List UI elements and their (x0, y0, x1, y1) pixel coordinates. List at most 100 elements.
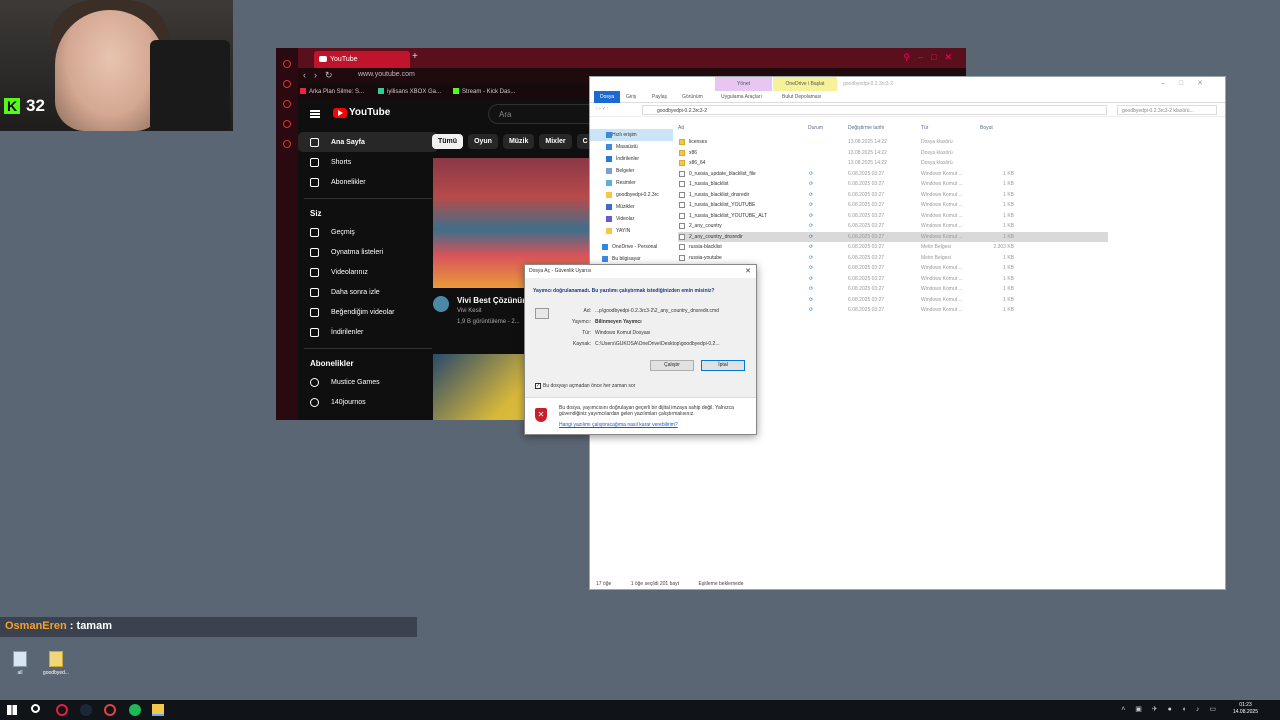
checkbox-checked-icon[interactable]: ✓ (535, 383, 541, 389)
sidebar-icon[interactable] (283, 140, 291, 148)
nav-item[interactable]: Müzikler (590, 201, 673, 213)
steam-icon[interactable] (80, 704, 92, 716)
file-row[interactable]: x86 13.08.2025 14:22 Dosya klasörü (678, 148, 1108, 159)
sidebar-icon[interactable] (283, 100, 291, 108)
tab-youtube[interactable]: YouTube (314, 51, 410, 68)
nav-shorts[interactable]: Shorts (298, 152, 438, 172)
chip[interactable]: Müzik (502, 134, 535, 149)
nav-item[interactable]: Masaüstü (590, 141, 673, 153)
nav-subscriptions[interactable]: Abonelikler (298, 172, 438, 192)
nav-buttons[interactable]: ‹›↻ (303, 70, 341, 81)
search-icon[interactable] (31, 704, 40, 713)
window-controls[interactable]: ⚲–□✕ (903, 52, 960, 63)
you-section-title[interactable]: Siz (298, 205, 438, 222)
bookmark-2[interactable]: iyilisans XBOX Ga... (378, 88, 441, 95)
taskbar: ˄ ▣ ✈ ● ◖ ♪ ▭ 01:23 14.08.2025 (0, 700, 1280, 720)
desktop-icon-all[interactable]: all (0, 651, 40, 676)
ribbon-context-onedrive[interactable]: OneDrive i Başlat (773, 77, 837, 91)
start-windows-icon[interactable] (7, 705, 17, 715)
always-ask-checkbox[interactable]: ✓ Bu dosyayı açmadan önce her zaman sor (535, 383, 635, 389)
window-controls[interactable]: –□✕ (1161, 79, 1217, 87)
cancel-button[interactable]: İptal (701, 360, 745, 371)
col-date[interactable]: Değiştirme tarihi (848, 125, 884, 131)
menu-icon[interactable] (310, 110, 320, 118)
file-row[interactable]: 1_russia_blacklist ⟳ 6.08.2025 03:27 Window… (678, 179, 1108, 190)
chip[interactable]: Mixler (539, 134, 572, 149)
bookmark-1[interactable]: Arka Plan Silme: S... (300, 88, 364, 95)
run-button[interactable]: Çalıştır (650, 360, 694, 371)
new-tab-button[interactable]: + (412, 51, 418, 62)
ribbon-tab-file[interactable]: Dosya (594, 91, 621, 103)
col-type[interactable]: Tür (921, 125, 929, 131)
file-type: Windows Komut ... (921, 265, 963, 271)
nav-arrows[interactable]: ‹ › ˅ ↑ (596, 106, 609, 112)
video-channel[interactable]: Vivi Kesit (457, 308, 482, 314)
sidebar-icon[interactable] (283, 60, 291, 68)
nav-liked[interactable]: Beğendiğim videolar (298, 302, 438, 322)
viewer-count-badge: K 32 (4, 96, 45, 116)
opera-gx-icon[interactable] (56, 704, 68, 716)
file-row[interactable]: 2_any_country_dnsredir ⟳ 6.08.2025 03:27 Wi… (678, 231, 1108, 242)
bookmark-3[interactable]: Stream - Kick Das... (453, 88, 515, 95)
file-row[interactable]: x86_64 13.08.2025 14:22 Dosya klasörü (678, 158, 1108, 169)
video-title[interactable]: Vivi Best Çözünürlü (457, 296, 532, 305)
nav-home[interactable]: Ana Sayfa (298, 132, 438, 152)
file-icon (679, 202, 685, 208)
close-icon[interactable]: ✕ (745, 267, 751, 275)
dialog-title: Dosya Aç - Güvenlik Uyarısı (529, 268, 592, 274)
ribbon-tab[interactable]: Bulut Depolaması (782, 94, 821, 100)
system-tray[interactable]: ˄ ▣ ✈ ● ◖ ♪ ▭ (1121, 705, 1220, 713)
file-explorer-icon[interactable] (152, 704, 164, 716)
nav-item[interactable]: OneDrive - Personal (590, 241, 673, 253)
app-icon[interactable] (104, 704, 116, 716)
file-row[interactable]: licenses 13.08.2025 14:22 Dosya klasörü (678, 137, 1108, 148)
sidebar-icon[interactable] (283, 120, 291, 128)
file-row[interactable]: 2_any_country ⟳ 6.08.2025 03:27 Windows Kom… (678, 221, 1108, 232)
chip[interactable]: Oyun (468, 134, 498, 149)
nav-your-videos[interactable]: Videolarınız (298, 262, 438, 282)
ribbon-tab[interactable]: Uygulama Araçları (721, 94, 762, 100)
nav-item[interactable]: İndirilenler (590, 153, 673, 165)
selection-info: 1 öğe seçildi 201 bayt (630, 581, 680, 587)
help-link[interactable]: Hangi yazılımı çalıştıracağıma nasıl kar… (559, 422, 678, 428)
youtube-logo[interactable]: YouTube (333, 107, 390, 118)
sub-channel[interactable]: Mustice Games (298, 372, 438, 392)
nav-label: Bu bilgisayar (612, 256, 641, 262)
nav-item[interactable]: Resimler (590, 177, 673, 189)
ribbon-tab[interactable]: Giriş (626, 94, 636, 100)
ribbon-context-manage[interactable]: Yönet (715, 77, 772, 91)
nav-watch-later[interactable]: Daha sonra izle (298, 282, 438, 302)
sub-channel[interactable]: 140journos (298, 392, 438, 412)
channel-avatar[interactable] (433, 296, 449, 312)
sidebar-icon[interactable] (283, 80, 291, 88)
nav-playlists[interactable]: Oynatma listeleri (298, 242, 438, 262)
nav-quick-access[interactable]: Hızlı erişim (590, 129, 673, 141)
file-row[interactable]: 1_russia_blacklist_dnsredir ⟳ 6.08.2025 03… (678, 190, 1108, 201)
nav-item[interactable]: YAYIN (590, 225, 673, 237)
url-text[interactable]: www.youtube.com (358, 71, 415, 78)
desktop-icon-goodbyedpi[interactable]: goodbyed... (36, 651, 76, 676)
clock[interactable]: 01:23 14.08.2025 (1233, 702, 1258, 716)
file-row[interactable]: 1_russia_blacklist_YOUTUBE_ALT ⟳ 6.08.2025… (678, 211, 1108, 222)
col-status[interactable]: Durum (808, 125, 823, 131)
chip[interactable]: Tümü (432, 134, 464, 149)
warning-text: Bu dosya, yayımcısını doğrulayan geçerli… (559, 405, 734, 417)
nav-item[interactable]: Videolar (590, 213, 673, 225)
ribbon-tab[interactable]: Görünüm (682, 94, 703, 100)
nav-downloads[interactable]: İndirilenler (298, 322, 438, 342)
nav-item[interactable]: Belgeler (590, 165, 673, 177)
file-row[interactable]: russia-blacklist ⟳ 6.08.2025 03:27 Metin Be… (678, 242, 1108, 253)
file-size: 1 KB (1003, 286, 1014, 292)
nav-item[interactable]: goodbyedpi-0.2.3rc (590, 189, 673, 201)
col-name[interactable]: Ad (678, 125, 684, 131)
col-size[interactable]: Boyut (980, 125, 993, 131)
file-row[interactable]: 0_russia_update_blacklist_file ⟳ 6.08.2025… (678, 169, 1108, 180)
explorer-search-input[interactable]: goodbyedpi-0.2.3rc3-2 klasörü... (1117, 105, 1217, 115)
explorer-address-bar[interactable]: goodbyedpi-0.2.3rc3-2 (642, 105, 1107, 115)
file-row[interactable]: 1_russia_blacklist_YOUTUBE ⟳ 6.08.2025 03:… (678, 200, 1108, 211)
file-row[interactable]: russia-youtube ⟳ 6.08.2025 03:27 Metin Belg… (678, 253, 1108, 264)
spotify-icon[interactable] (129, 704, 141, 716)
file-type: Dosya klasörü (921, 149, 953, 156)
ribbon-tab[interactable]: Paylaş (652, 94, 667, 100)
nav-history[interactable]: Geçmiş (298, 222, 438, 242)
